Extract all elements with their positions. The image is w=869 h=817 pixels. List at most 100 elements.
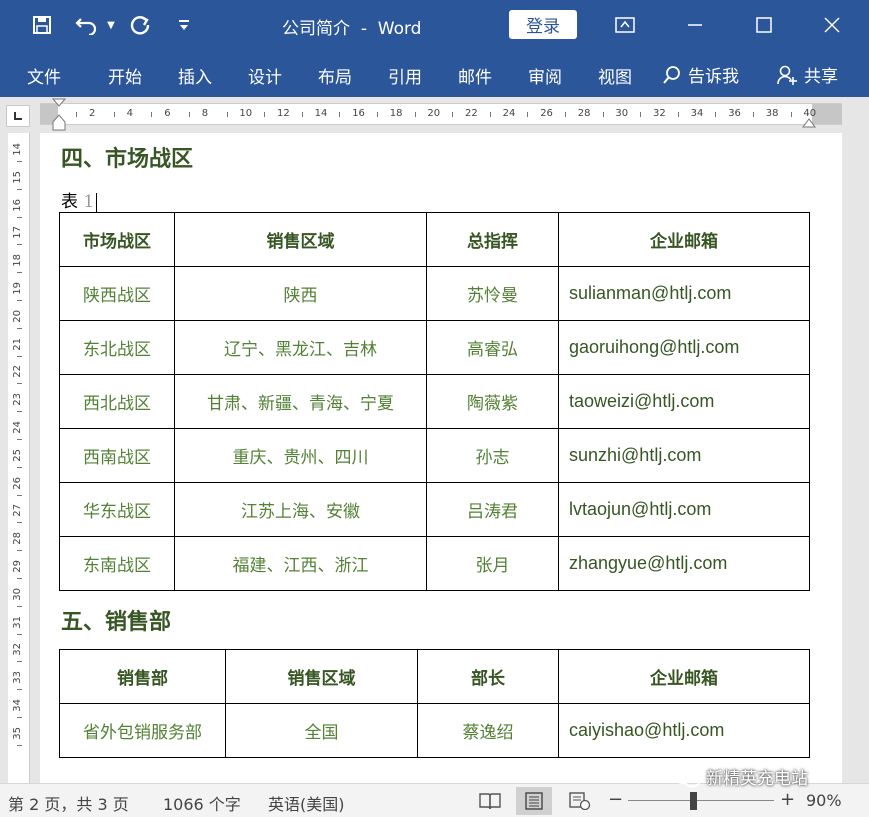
- tab-stop-selector[interactable]: [6, 105, 30, 127]
- header-cell[interactable]: 销售区域: [225, 649, 418, 704]
- tab-layout[interactable]: 布局: [318, 63, 352, 88]
- header-cell[interactable]: 销售区域: [174, 212, 427, 267]
- tab-mailings[interactable]: 邮件: [458, 63, 492, 88]
- market-zones-table[interactable]: 市场战区 销售区域 总指挥 企业邮箱 陕西战区 陕西 苏怜曼 sulianman@ht…: [59, 212, 810, 591]
- header-cell[interactable]: 企业邮箱: [558, 649, 810, 704]
- zoom-in-button[interactable]: +: [780, 789, 795, 810]
- ruler-mark: 17: [12, 226, 23, 240]
- table-cell[interactable]: 福建、江西、浙江: [174, 536, 427, 591]
- table-cell[interactable]: 江苏上海、安徽: [174, 482, 427, 537]
- document-page[interactable]: 四、市场战区 表 1 市场战区 销售区域 总指挥 企业邮箱 陕西战区 陕西 苏怜曼 s…: [40, 133, 842, 783]
- ruler-tick: [113, 112, 115, 117]
- table-cell[interactable]: 陶薇紫: [426, 374, 559, 429]
- vertical-ruler[interactable]: 14 15 16 17 18 19 20 21 22 23 24 25 26 27 28 29 30 31 32 33…: [8, 133, 30, 783]
- email-cell[interactable]: lvtaojun@htlj.com: [558, 482, 810, 537]
- print-layout-icon[interactable]: [516, 787, 552, 815]
- tell-me-box[interactable]: 告诉我: [662, 62, 739, 87]
- redo-icon[interactable]: [126, 12, 154, 38]
- left-tab-icon: [14, 112, 22, 120]
- customize-icon[interactable]: [174, 12, 194, 38]
- ruler-mark: 16: [352, 108, 365, 119]
- table-cell[interactable]: 甘肃、新疆、青海、宁夏: [174, 374, 427, 429]
- ruler-mark: 34: [12, 699, 23, 712]
- table-caption[interactable]: 表 1: [61, 187, 98, 213]
- word-count[interactable]: 1066 个字: [163, 791, 241, 815]
- table-cell[interactable]: 蔡逸绍: [417, 703, 559, 758]
- person-add-icon: [777, 65, 797, 85]
- ruler-mark: 21: [12, 337, 23, 351]
- table-cell[interactable]: 西南战区: [59, 428, 175, 483]
- ruler-tick: [17, 160, 22, 162]
- table-cell[interactable]: 华东战区: [59, 482, 175, 537]
- zoom-level[interactable]: 90%: [806, 791, 842, 810]
- table-cell[interactable]: 孙志: [426, 428, 559, 483]
- table-cell[interactable]: 陕西战区: [59, 266, 175, 321]
- ruler-tick: [715, 112, 717, 117]
- email-cell[interactable]: zhangyue@htlj.com: [558, 536, 810, 591]
- ruler-mark: 32: [653, 108, 666, 119]
- read-mode-icon[interactable]: [472, 787, 508, 815]
- ruler-mark: 14: [12, 143, 23, 156]
- email-cell[interactable]: sunzhi@htlj.com: [558, 428, 810, 483]
- page-indicator[interactable]: 第 2 页，共 3 页: [8, 791, 129, 815]
- header-cell[interactable]: 总指挥: [426, 212, 559, 267]
- zoom-slider[interactable]: [628, 800, 774, 801]
- email-cell[interactable]: caiyishao@htlj.com: [558, 703, 810, 758]
- maximize-icon[interactable]: [744, 8, 784, 42]
- login-button[interactable]: 登录: [509, 10, 577, 39]
- zoom-out-button[interactable]: −: [608, 789, 623, 810]
- tab-home[interactable]: 开始: [108, 63, 142, 88]
- tab-references[interactable]: 引用: [388, 63, 422, 88]
- tab-file[interactable]: 文件: [27, 63, 61, 88]
- ruler-mark: 25: [12, 448, 23, 462]
- indent-marker-icon[interactable]: [52, 98, 66, 132]
- email-cell[interactable]: taoweizi@htlj.com: [558, 374, 810, 429]
- horizontal-ruler[interactable]: 2 4 6 8 10 12 14 16 18 20 22 24 26 28 30 32 34 36 38 40: [40, 98, 842, 131]
- table-cell[interactable]: 全国: [225, 703, 418, 758]
- minimize-icon[interactable]: [675, 8, 715, 42]
- ribbon-display-icon[interactable]: [605, 8, 645, 42]
- ruler-mark: 28: [12, 532, 23, 545]
- table-row: 西北战区 甘肃、新疆、青海、宁夏 陶薇紫 taoweizi@htlj.com: [59, 374, 810, 429]
- table-cell[interactable]: 陕西: [174, 266, 427, 321]
- share-button[interactable]: 共享: [776, 62, 838, 87]
- header-cell[interactable]: 市场战区: [59, 212, 175, 267]
- table-cell[interactable]: 重庆、贵州、四川: [174, 428, 427, 483]
- close-icon[interactable]: [812, 8, 852, 42]
- section-4-heading[interactable]: 四、市场战区: [61, 141, 193, 173]
- ruler-mark: 2: [89, 108, 96, 119]
- table-cell[interactable]: 苏怜曼: [426, 266, 559, 321]
- table-cell[interactable]: 吕涛君: [426, 482, 559, 537]
- tab-review[interactable]: 审阅: [528, 63, 562, 88]
- table-cell[interactable]: 高睿弘: [426, 320, 559, 375]
- save-icon[interactable]: [28, 12, 56, 38]
- email-cell[interactable]: sulianman@htlj.com: [558, 266, 810, 321]
- header-cell[interactable]: 企业邮箱: [558, 212, 810, 267]
- undo-icon[interactable]: [72, 12, 102, 38]
- ruler-mark: 29: [12, 560, 23, 573]
- ruler-tick: [565, 112, 566, 117]
- tab-design[interactable]: 设计: [248, 63, 282, 88]
- web-layout-icon[interactable]: [562, 787, 598, 815]
- document-name: 公司简介: [282, 19, 350, 39]
- sales-dept-table[interactable]: 销售部 销售区域 部长 企业邮箱 省外包销服务部 全国 蔡逸绍 caiyishao@h…: [59, 649, 810, 758]
- section-5-heading[interactable]: 五、销售部: [61, 604, 171, 636]
- ruler-mark: 8: [201, 108, 209, 119]
- tab-insert[interactable]: 插入: [178, 63, 212, 88]
- ruler-mark: 16: [12, 198, 23, 212]
- table-cell[interactable]: 省外包销服务部: [59, 703, 226, 758]
- tab-view[interactable]: 视图: [598, 63, 632, 88]
- table-cell[interactable]: 东南战区: [59, 536, 175, 591]
- table-cell[interactable]: 辽宁、黑龙江、吉林: [174, 320, 427, 375]
- language-indicator[interactable]: 英语(美国): [268, 791, 345, 815]
- table-cell[interactable]: 东北战区: [59, 320, 175, 375]
- table-cell[interactable]: 西北战区: [59, 374, 175, 429]
- zoom-slider-thumb[interactable]: [690, 792, 697, 810]
- undo-dropdown-icon[interactable]: ▼: [104, 12, 118, 38]
- header-cell[interactable]: 部长: [417, 649, 559, 704]
- ruler-mark: 18: [12, 254, 23, 267]
- table-cell[interactable]: 张月: [426, 536, 559, 591]
- email-cell[interactable]: gaoruihong@htlj.com: [558, 320, 810, 375]
- header-cell[interactable]: 销售部: [59, 649, 226, 704]
- ruler-mark: 26: [12, 476, 23, 490]
